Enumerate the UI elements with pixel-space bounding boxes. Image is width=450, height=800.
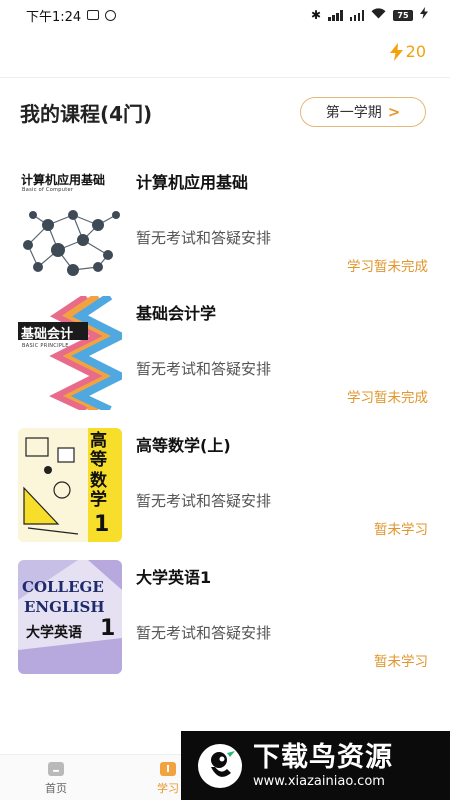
- course-name: 基础会计学: [136, 304, 217, 323]
- cover-title: COLLEGE: [22, 578, 104, 596]
- bluetooth-icon: ✱: [310, 8, 321, 22]
- nav-label: 学习: [157, 782, 179, 795]
- clock-icon: [105, 9, 117, 21]
- course-name: 高等数学(上): [136, 436, 231, 455]
- study-status: 学习暂未完成: [347, 390, 428, 406]
- exam-note: 暂无考试和答疑安排: [136, 229, 272, 247]
- cover-title: 计算机应用基础: [21, 173, 106, 187]
- chevron-right-icon: >: [387, 103, 401, 121]
- watermark-url: www.xiazainiao.com: [253, 773, 385, 789]
- page-title: 我的课程(4门): [20, 102, 153, 126]
- course-cover: 基础会计 BASIC PRINCIPLE: [18, 296, 122, 410]
- course-item[interactable]: 基础会计 BASIC PRINCIPLE 基础会计学 暂无考试和答疑安排 学习暂…: [0, 296, 450, 414]
- course-name: 大学英语1: [136, 568, 212, 587]
- zigzag-illustration: [18, 296, 122, 410]
- status-time: 下午1:24: [26, 9, 82, 25]
- signal-icon: [328, 9, 343, 21]
- course-cover: 计算机应用基础 Basic of Computer: [18, 165, 122, 279]
- cover-title: 高等: [90, 431, 107, 470]
- cover-title: 1: [100, 616, 116, 641]
- network-illustration: [18, 195, 122, 279]
- course-cover: 高等 数学 1: [18, 428, 122, 542]
- nav-item-home[interactable]: 首页: [26, 761, 86, 796]
- cover-title: ENGLISH: [24, 598, 105, 616]
- wifi-icon: [371, 7, 386, 23]
- status-bar: 下午1:24 ✱ 75: [0, 0, 450, 30]
- cover-title: 数学: [90, 471, 107, 510]
- exam-note: 暂无考试和答疑安排: [136, 624, 272, 642]
- exam-note: 暂无考试和答疑安排: [136, 360, 272, 378]
- exam-note: 暂无考试和答疑安排: [136, 492, 272, 510]
- energy-value: 20: [405, 42, 426, 61]
- charging-icon: [420, 7, 428, 23]
- watermark-banner: 下载鸟资源 www.xiazainiao.com: [181, 731, 450, 800]
- nav-label: 首页: [45, 782, 67, 795]
- energy-counter[interactable]: 20: [389, 42, 426, 61]
- lightning-icon: [389, 42, 403, 61]
- watermark-title: 下载鸟资源: [253, 741, 393, 773]
- section-header: 我的课程(4门) 第一学期 >: [0, 95, 450, 129]
- course-item[interactable]: 计算机应用基础 Basic of Computer 计算机应用基础 暂无考试和答…: [0, 165, 450, 283]
- semester-label: 第一学期: [325, 105, 382, 121]
- signal-icon: [349, 9, 364, 21]
- top-bar: 20: [0, 30, 450, 78]
- study-status: 暂未学习: [374, 654, 428, 670]
- notification-icon: [87, 10, 100, 20]
- study-status: 学习暂未完成: [347, 259, 428, 275]
- course-item[interactable]: COLLEGE ENGLISH 大学英语 1 大学英语1 暂无考试和答疑安排 暂…: [0, 560, 450, 678]
- battery-icon: 75: [393, 9, 413, 21]
- cover-title: 1: [94, 512, 110, 537]
- semester-selector[interactable]: 第一学期 >: [300, 97, 426, 127]
- cover-title: 大学英语: [26, 625, 82, 641]
- study-icon: [160, 762, 176, 776]
- course-cover: COLLEGE ENGLISH 大学英语 1: [18, 560, 122, 674]
- bird-logo-icon: [198, 743, 242, 788]
- course-item[interactable]: 高等 数学 1 高等数学(上) 暂无考试和答疑安排 暂未学习: [0, 428, 450, 546]
- study-status: 暂未学习: [374, 522, 428, 538]
- cover-subtitle: Basic of Computer: [22, 187, 74, 193]
- cover-subtitle: BASIC PRINCIPLE: [22, 343, 69, 349]
- home-icon: [48, 762, 64, 776]
- cover-title: 基础会计: [21, 327, 74, 342]
- course-name: 计算机应用基础: [136, 173, 249, 192]
